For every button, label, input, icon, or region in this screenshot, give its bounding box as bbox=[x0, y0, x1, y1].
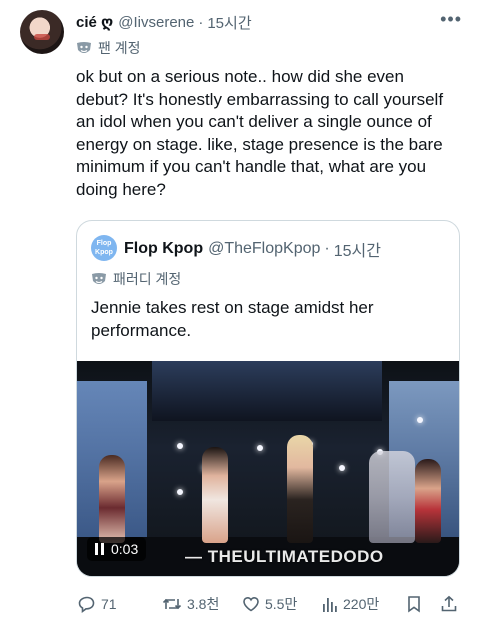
views-count: 220만 bbox=[343, 596, 380, 612]
stage-screen-center bbox=[152, 361, 382, 421]
quoted-account-label: 패러디 계정 bbox=[91, 269, 181, 289]
video-player[interactable]: 0:03 — THEULTIMATEDODO bbox=[77, 361, 459, 576]
reply-icon bbox=[78, 596, 95, 613]
performer bbox=[202, 447, 228, 543]
views-chart-icon bbox=[323, 598, 337, 612]
repost-button[interactable]: 3.8천 bbox=[162, 592, 219, 616]
repost-count: 3.8천 bbox=[187, 596, 220, 612]
like-button[interactable]: 5.5만 bbox=[242, 592, 297, 616]
tweet-header: cié ღ @Iivserene · 15시간 bbox=[76, 11, 252, 33]
reply-button[interactable]: 71 bbox=[78, 592, 117, 616]
quoted-text: Jennie takes rest on stage amidst her pe… bbox=[91, 298, 374, 340]
views-button[interactable]: 220만 bbox=[322, 592, 379, 616]
stage-light bbox=[177, 489, 183, 495]
video-watermark: — THEULTIMATEDODO bbox=[185, 547, 384, 566]
tweet-text: ok but on a serious note.. how did she e… bbox=[76, 67, 444, 199]
tweet-actions: 71 3.8천 5.5만 220만 bbox=[76, 592, 460, 616]
performer bbox=[287, 435, 313, 543]
quoted-time[interactable]: 15시간 bbox=[334, 237, 381, 261]
user-avatar[interactable] bbox=[20, 10, 64, 54]
bookmark-button[interactable] bbox=[406, 592, 422, 616]
share-button[interactable] bbox=[440, 592, 458, 616]
user-handle[interactable]: @Iivserene bbox=[118, 14, 194, 31]
stage-light bbox=[339, 465, 345, 471]
theater-mask-icon bbox=[77, 41, 91, 53]
like-count: 5.5만 bbox=[265, 596, 298, 612]
quoted-handle[interactable]: @TheFlopKpop bbox=[208, 240, 320, 258]
quoted-header: Flop Kpop @TheFlopKpop · 15시간 bbox=[124, 237, 381, 261]
quoted-tweet[interactable]: Flop Kpop Flop Kpop @TheFlopKpop · 15시간 … bbox=[76, 220, 460, 577]
repost-icon bbox=[162, 598, 182, 610]
reply-count: 71 bbox=[101, 596, 117, 612]
separator-dot: · bbox=[198, 13, 204, 31]
share-icon bbox=[441, 595, 457, 612]
quoted-separator: · bbox=[324, 240, 330, 257]
bookmark-icon bbox=[408, 596, 420, 613]
video-timestamp-badge[interactable]: 0:03 bbox=[87, 537, 147, 561]
account-label: 팬 계정 bbox=[76, 38, 141, 58]
more-options-icon[interactable]: ••• bbox=[440, 9, 462, 30]
tweet-time[interactable]: 15시간 bbox=[207, 12, 251, 33]
video-timestamp: 0:03 bbox=[111, 541, 139, 557]
account-label-text: 팬 계정 bbox=[98, 40, 141, 56]
performer bbox=[99, 455, 125, 543]
stage-light bbox=[417, 417, 423, 423]
quoted-avatar-text-2: Kpop bbox=[95, 249, 113, 256]
quoted-display-name[interactable]: Flop Kpop bbox=[124, 240, 203, 258]
theater-mask-icon bbox=[92, 272, 106, 284]
stage-light bbox=[177, 443, 183, 449]
quoted-avatar[interactable]: Flop Kpop bbox=[91, 235, 117, 261]
performer bbox=[415, 459, 441, 543]
heart-icon bbox=[243, 596, 259, 612]
quoted-avatar-text-1: Flop bbox=[96, 240, 112, 247]
performer bbox=[369, 451, 415, 543]
display-name[interactable]: cié ღ bbox=[76, 13, 113, 31]
quoted-account-label-text: 패러디 계정 bbox=[113, 271, 182, 287]
stage-light bbox=[257, 445, 263, 451]
pause-icon[interactable] bbox=[95, 543, 105, 555]
